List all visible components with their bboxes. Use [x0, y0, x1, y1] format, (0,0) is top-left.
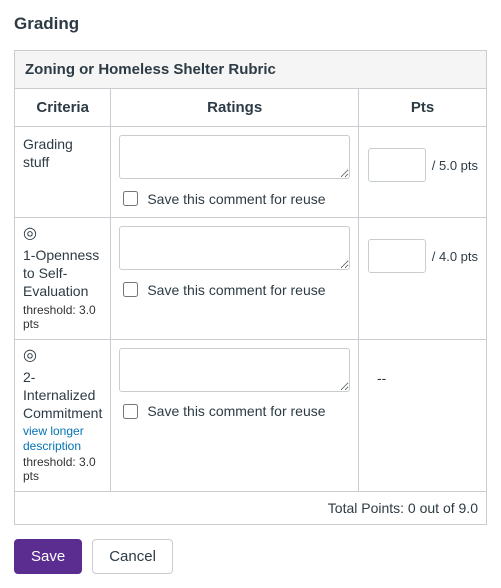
reuse-label[interactable]: Save this comment for reuse: [119, 279, 350, 300]
target-icon: ◎: [23, 348, 102, 364]
threshold-text: threshold: 3.0 pts: [23, 455, 102, 483]
reuse-checkbox[interactable]: [123, 282, 138, 297]
points-dash: --: [367, 348, 478, 408]
criterion-name: 2-Internalized Commitment: [23, 368, 102, 423]
threshold-text: threshold: 3.0 pts: [23, 303, 102, 331]
rubric-title: Zoning or Homeless Shelter Rubric: [15, 51, 487, 89]
criterion-name: Grading stuff: [23, 135, 102, 171]
comment-textarea[interactable]: [119, 135, 350, 179]
view-longer-description-link[interactable]: view longer description: [23, 424, 102, 453]
col-header-pts: Pts: [359, 89, 487, 127]
save-button[interactable]: Save: [14, 539, 82, 574]
points-suffix: / 4.0 pts: [432, 249, 478, 264]
comment-textarea[interactable]: [119, 226, 350, 270]
rubric-row: ◎ 2-Internalized Commitment view longer …: [15, 339, 487, 491]
points-suffix: / 5.0 pts: [432, 158, 478, 173]
points-input[interactable]: [368, 148, 426, 182]
grading-heading: Grading: [14, 14, 487, 34]
points-input[interactable]: [368, 239, 426, 273]
rubric-table: Zoning or Homeless Shelter Rubric Criter…: [14, 50, 487, 525]
rubric-row: ◎ 1-Openness to Self-Evaluation threshol…: [15, 218, 487, 340]
criterion-name: 1-Openness to Self-Evaluation: [23, 246, 102, 301]
reuse-label[interactable]: Save this comment for reuse: [119, 401, 350, 422]
total-points-text: Total Points: 0 out of 9.0: [15, 491, 487, 524]
total-row: Total Points: 0 out of 9.0: [15, 491, 487, 524]
col-header-ratings: Ratings: [111, 89, 359, 127]
col-header-criteria: Criteria: [15, 89, 111, 127]
rubric-row: Grading stuff Save this comment for reus…: [15, 127, 487, 218]
comment-textarea[interactable]: [119, 348, 350, 392]
reuse-text: Save this comment for reuse: [147, 191, 325, 207]
reuse-text: Save this comment for reuse: [147, 282, 325, 298]
action-buttons: Save Cancel: [14, 539, 487, 574]
reuse-checkbox[interactable]: [123, 191, 138, 206]
reuse-label[interactable]: Save this comment for reuse: [119, 188, 350, 209]
cancel-button[interactable]: Cancel: [92, 539, 173, 574]
reuse-checkbox[interactable]: [123, 404, 138, 419]
reuse-text: Save this comment for reuse: [147, 403, 325, 419]
target-icon: ◎: [23, 226, 102, 242]
